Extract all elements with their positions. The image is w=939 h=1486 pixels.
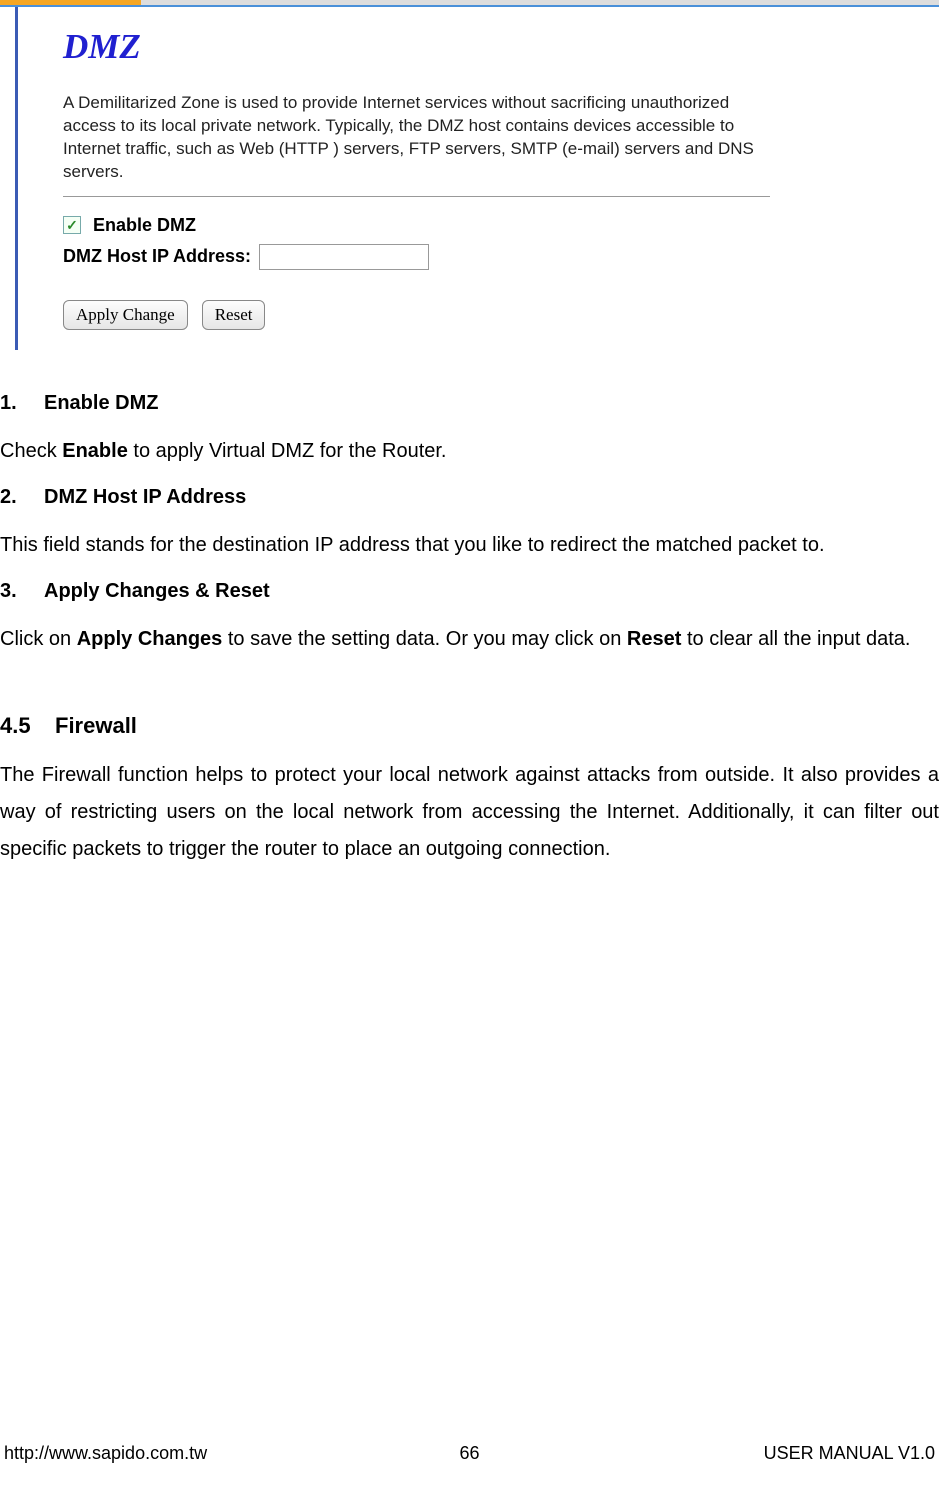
heading-2: 2.DMZ Host IP Address [0,486,939,509]
heading-1-text: Enable DMZ [44,392,158,414]
enable-dmz-row: ✓ Enable DMZ [63,215,770,236]
footer-url: http://www.sapido.com.tw [4,1443,207,1464]
para-3-b: Apply Changes [77,628,223,650]
firewall-para: The Firewall function helps to protect y… [0,757,939,868]
para-3: Click on Apply Changes to save the setti… [0,621,939,658]
para-3-c: to save the setting data. Or you may cli… [222,628,627,650]
para-2: This field stands for the destination IP… [0,527,939,564]
para-3-d: Reset [627,628,681,650]
dmz-host-ip-row: DMZ Host IP Address: [63,244,770,270]
para-1: Check Enable to apply Virtual DMZ for th… [0,433,939,470]
top-accent-bar [0,0,939,7]
para-3-e: to clear all the input data. [681,628,910,650]
divider [63,196,770,197]
para-1-a: Check [0,440,62,462]
footer-manual-version: USER MANUAL V1.0 [764,1443,935,1464]
button-row: Apply Change Reset [63,300,770,330]
section-num: 4.5 [0,713,55,739]
document-body: 1.Enable DMZ Check Enable to apply Virtu… [0,350,939,868]
para-1-c: to apply Virtual DMZ for the Router. [128,440,447,462]
heading-3: 3.Apply Changes & Reset [0,580,939,603]
page-footer: http://www.sapido.com.tw 66 USER MANUAL … [0,1443,939,1464]
enable-dmz-label: Enable DMZ [93,215,196,236]
enable-dmz-checkbox[interactable]: ✓ [63,216,81,234]
dmz-heading: DMZ [63,27,770,67]
heading-2-num: 2. [0,486,44,509]
para-1-b: Enable [62,440,128,462]
heading-1-num: 1. [0,392,44,415]
dmz-host-ip-label: DMZ Host IP Address: [63,246,251,267]
apply-change-button[interactable]: Apply Change [63,300,188,330]
para-3-a: Click on [0,628,77,650]
heading-3-num: 3. [0,580,44,603]
dmz-description: A Demilitarized Zone is used to provide … [63,92,770,184]
heading-3-text: Apply Changes & Reset [44,580,270,602]
footer-page-number: 66 [459,1443,479,1464]
dmz-config-screenshot: DMZ A Demilitarized Zone is used to prov… [15,7,800,350]
reset-button[interactable]: Reset [202,300,266,330]
dmz-host-ip-input[interactable] [259,244,429,270]
section-heading-firewall: 4.5Firewall [0,713,939,739]
section-text: Firewall [55,713,137,738]
heading-2-text: DMZ Host IP Address [44,486,246,508]
heading-1: 1.Enable DMZ [0,392,939,415]
